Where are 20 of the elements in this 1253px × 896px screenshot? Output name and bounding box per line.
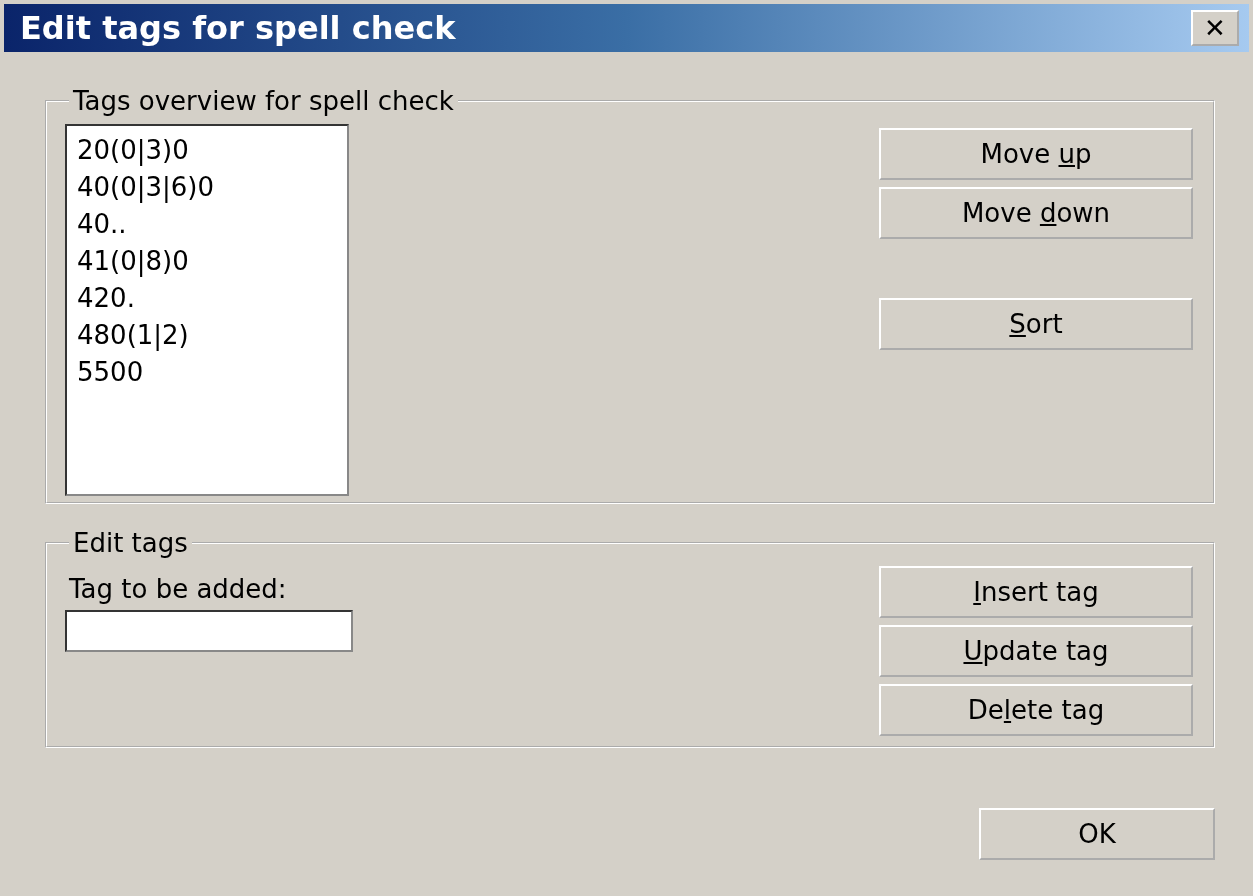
- window-title: Edit tags for spell check: [20, 9, 456, 47]
- list-item[interactable]: 480(1|2): [75, 317, 339, 354]
- list-item[interactable]: 20(0|3)0: [75, 132, 339, 169]
- dialog-button[interactable]: Move down: [879, 187, 1193, 239]
- ok-button[interactable]: OK: [979, 808, 1215, 860]
- dialog-button[interactable]: Sort: [879, 298, 1193, 350]
- dialog-button[interactable]: Update tag: [879, 625, 1193, 677]
- dialog-button[interactable]: Delete tag: [879, 684, 1193, 736]
- list-item[interactable]: 40..: [75, 206, 339, 243]
- dialog-button[interactable]: Insert tag: [879, 566, 1193, 618]
- list-item[interactable]: 420.: [75, 280, 339, 317]
- list-item[interactable]: 40(0|3|6)0: [75, 169, 339, 206]
- group-title: Edit tags: [72, 528, 189, 558]
- dialog-button[interactable]: Move up: [879, 128, 1193, 180]
- list-item[interactable]: 5500: [75, 354, 339, 391]
- input-field[interactable]: [65, 610, 353, 652]
- field-label: Tag to be added:: [68, 574, 288, 604]
- list-item[interactable]: 41(0|8)0: [75, 243, 339, 280]
- close-button[interactable]: ✕: [1191, 10, 1239, 46]
- group-title: Tags overview for spell check: [72, 86, 455, 116]
